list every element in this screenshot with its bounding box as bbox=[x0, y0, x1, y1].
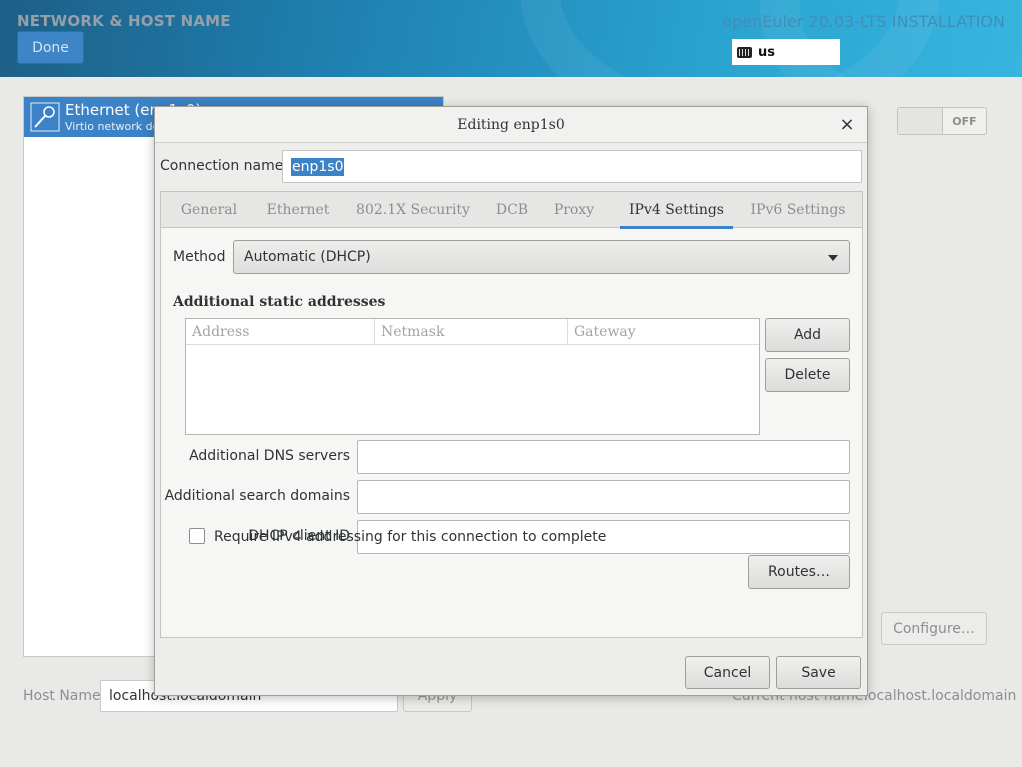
static-addresses-heading: Additional static addresses bbox=[173, 294, 386, 310]
device-toggle-switch[interactable]: OFF bbox=[897, 107, 987, 135]
done-button[interactable]: Done bbox=[17, 31, 84, 64]
keyboard-layout-indicator[interactable]: us bbox=[732, 39, 840, 65]
installer-title: openEuler 20.03-LTS INSTALLATION bbox=[722, 12, 1005, 31]
settings-notebook: General Ethernet 802.1X Security DCB Pro… bbox=[160, 191, 863, 638]
method-dropdown[interactable]: Automatic (DHCP) bbox=[233, 240, 850, 274]
keyboard-icon bbox=[737, 46, 752, 58]
editing-connection-dialog: Editing enp1s0 × Connection name enp1s0 … bbox=[154, 106, 868, 696]
dialog-titlebar: Editing enp1s0 × bbox=[155, 107, 867, 143]
toggle-state-label: OFF bbox=[952, 114, 977, 128]
connection-name-label: Connection name bbox=[160, 158, 284, 174]
save-button[interactable]: Save bbox=[776, 656, 861, 689]
tab-ethernet[interactable]: Ethernet bbox=[257, 192, 339, 228]
keyboard-layout-label: us bbox=[758, 44, 775, 60]
tab-ipv6-settings[interactable]: IPv6 Settings bbox=[743, 192, 853, 228]
host-name-label: Host Name: bbox=[23, 688, 106, 704]
require-ipv4-checkbox[interactable] bbox=[189, 528, 205, 544]
tab-dcb[interactable]: DCB bbox=[487, 192, 537, 228]
delete-address-button[interactable]: Delete bbox=[765, 358, 850, 392]
add-address-button[interactable]: Add bbox=[765, 318, 850, 352]
header-bar: NETWORK & HOST NAME Done openEuler 20.03… bbox=[0, 0, 1022, 77]
table-header: Address Netmask Gateway bbox=[186, 319, 759, 345]
close-icon[interactable]: × bbox=[839, 114, 855, 135]
configure-button[interactable]: Configure… bbox=[881, 612, 987, 645]
dns-servers-input[interactable] bbox=[357, 440, 850, 474]
current-host-name-value: localhost.localdomain bbox=[864, 688, 1017, 704]
chevron-down-icon bbox=[828, 255, 838, 261]
cancel-button[interactable]: Cancel bbox=[685, 656, 770, 689]
dialog-title: Editing enp1s0 bbox=[457, 117, 565, 133]
tab-8021x-security[interactable]: 802.1X Security bbox=[349, 192, 477, 228]
search-domains-input[interactable] bbox=[357, 480, 850, 514]
connection-name-input[interactable]: enp1s0 bbox=[282, 150, 862, 183]
page-title: NETWORK & HOST NAME bbox=[17, 12, 231, 30]
require-ipv4-label[interactable]: Require IPv4 addressing for this connect… bbox=[214, 529, 606, 545]
dns-servers-label: Additional DNS servers bbox=[189, 448, 350, 464]
static-addresses-table[interactable]: Address Netmask Gateway bbox=[185, 318, 760, 435]
column-header-address[interactable]: Address bbox=[186, 319, 375, 345]
connection-name-value: enp1s0 bbox=[291, 157, 345, 176]
tab-ipv4-settings[interactable]: IPv4 Settings bbox=[620, 192, 733, 229]
column-header-gateway[interactable]: Gateway bbox=[568, 319, 759, 345]
toggle-slider bbox=[898, 108, 943, 134]
tab-proxy[interactable]: Proxy bbox=[547, 192, 601, 228]
tab-bar: General Ethernet 802.1X Security DCB Pro… bbox=[161, 192, 862, 229]
column-header-netmask[interactable]: Netmask bbox=[375, 319, 568, 345]
ethernet-icon bbox=[30, 102, 60, 132]
method-selected-value: Automatic (DHCP) bbox=[244, 249, 371, 265]
method-label: Method bbox=[173, 249, 226, 265]
routes-button[interactable]: Routes… bbox=[748, 555, 850, 589]
tab-general[interactable]: General bbox=[171, 192, 247, 228]
search-domains-label: Additional search domains bbox=[164, 488, 350, 504]
